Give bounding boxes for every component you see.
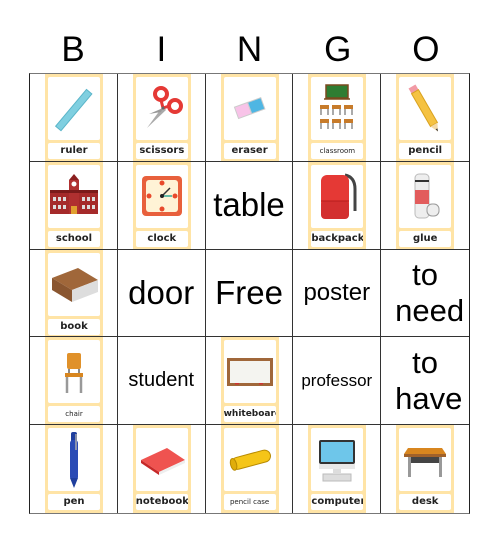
card-label: book [48,318,100,335]
backpack-icon [315,169,359,223]
card-label: notebook [135,494,188,511]
book-icon [48,264,100,304]
card-label: clock [135,230,188,247]
bingo-cell-ruler[interactable]: ruler [30,74,118,162]
card-label: scissors [135,143,188,159]
cell-text: professor [301,371,373,391]
bingo-cell-clock[interactable]: clock [117,161,206,250]
header-letter-n: N [236,30,263,69]
bingo-cell-notebook[interactable]: notebook [118,425,206,513]
card-label: computer [311,494,364,511]
bingo-cell-student[interactable]: student [117,337,206,426]
ruler-icon [52,84,96,134]
picture-card: scissors [132,74,191,161]
bingo-cell-to-have[interactable]: to have [381,337,469,426]
school-icon [48,174,100,218]
classroom-icon [315,83,359,135]
card-label: chair [48,406,100,423]
picture-card: desk [396,425,455,513]
picture-card: book [45,249,103,337]
picture-card: clock [132,161,191,249]
header-letter-o: O [412,30,440,69]
notebook-icon [137,442,187,478]
cell-text: to need [395,257,465,328]
bingo-cell-classroom[interactable]: classroom [293,74,382,162]
picture-card: backpack [308,161,367,249]
card-label: glue [399,230,452,247]
free-space-text: Free [215,274,283,312]
bingo-grid: ruler scissors eraser classroom pencil s… [29,73,470,514]
pencil-case-icon [225,445,275,475]
cell-text: door [128,274,195,312]
picture-card: pen [45,425,103,513]
bingo-cell-school[interactable]: school [30,161,118,250]
bingo-cell-scissors[interactable]: scissors [117,74,206,162]
clock-icon [140,174,184,218]
picture-card: ruler [45,74,103,161]
picture-card: computer [308,425,367,513]
header-letter-i: I [156,30,167,69]
card-label: whiteboard [223,406,276,423]
picture-card: classroom [308,74,367,161]
card-label: pen [48,494,100,511]
bingo-cell-to-need[interactable]: to need [381,250,469,338]
bingo-cell-pen[interactable]: pen [30,425,118,513]
card-label: classroom [311,143,364,159]
picture-card: chair [45,337,103,425]
card-label: school [48,230,100,247]
picture-card: glue [396,161,455,249]
bingo-cell-professor[interactable]: professor [293,337,382,426]
cell-text: student [128,369,194,392]
cell-text: to have [395,345,463,416]
card-label: eraser [223,143,276,159]
chair-icon [59,347,89,397]
bingo-cell-door[interactable]: door [117,249,206,338]
card-label: pencil [399,143,452,159]
bingo-cell-table[interactable]: table [205,161,294,250]
bingo-cell-free[interactable]: Free [205,249,294,338]
picture-card: pencil case [220,425,279,513]
bingo-cell-glue[interactable]: glue [381,161,469,250]
bingo-cell-desk[interactable]: desk [381,425,469,513]
picture-card: whiteboard [220,337,279,425]
glue-icon [405,170,445,222]
bingo-cell-whiteboard[interactable]: whiteboard [205,337,294,426]
picture-card: school [45,161,103,249]
bingo-cell-backpack[interactable]: backpack [293,161,382,250]
bingo-cell-eraser[interactable]: eraser [205,74,294,162]
card-label: pencil case [223,494,276,511]
bingo-cell-poster[interactable]: poster [293,249,382,338]
cell-text: table [213,186,285,224]
header-letter-g: G [324,30,352,69]
bingo-cell-pencil-case[interactable]: pencil case [206,425,294,513]
scissors-icon [139,84,185,134]
pen-icon [64,430,84,490]
picture-card: eraser [220,74,279,161]
card-label: ruler [48,143,100,159]
bingo-cell-book[interactable]: book [30,249,118,338]
eraser-icon [230,94,270,124]
card-label: backpack [311,230,364,247]
computer-icon [315,436,359,484]
picture-card: pencil [396,74,455,161]
bingo-cell-computer[interactable]: computer [293,425,382,513]
whiteboard-icon [225,354,275,390]
desk-icon [402,440,448,480]
bingo-cell-pencil[interactable]: pencil [381,74,469,162]
picture-card: notebook [132,425,191,513]
card-label: desk [399,494,452,511]
cell-text: poster [303,279,371,307]
bingo-cell-chair[interactable]: chair [30,337,118,426]
bingo-header: B I N G O [29,28,470,72]
header-letter-b: B [61,30,85,69]
pencil-icon [405,81,445,137]
